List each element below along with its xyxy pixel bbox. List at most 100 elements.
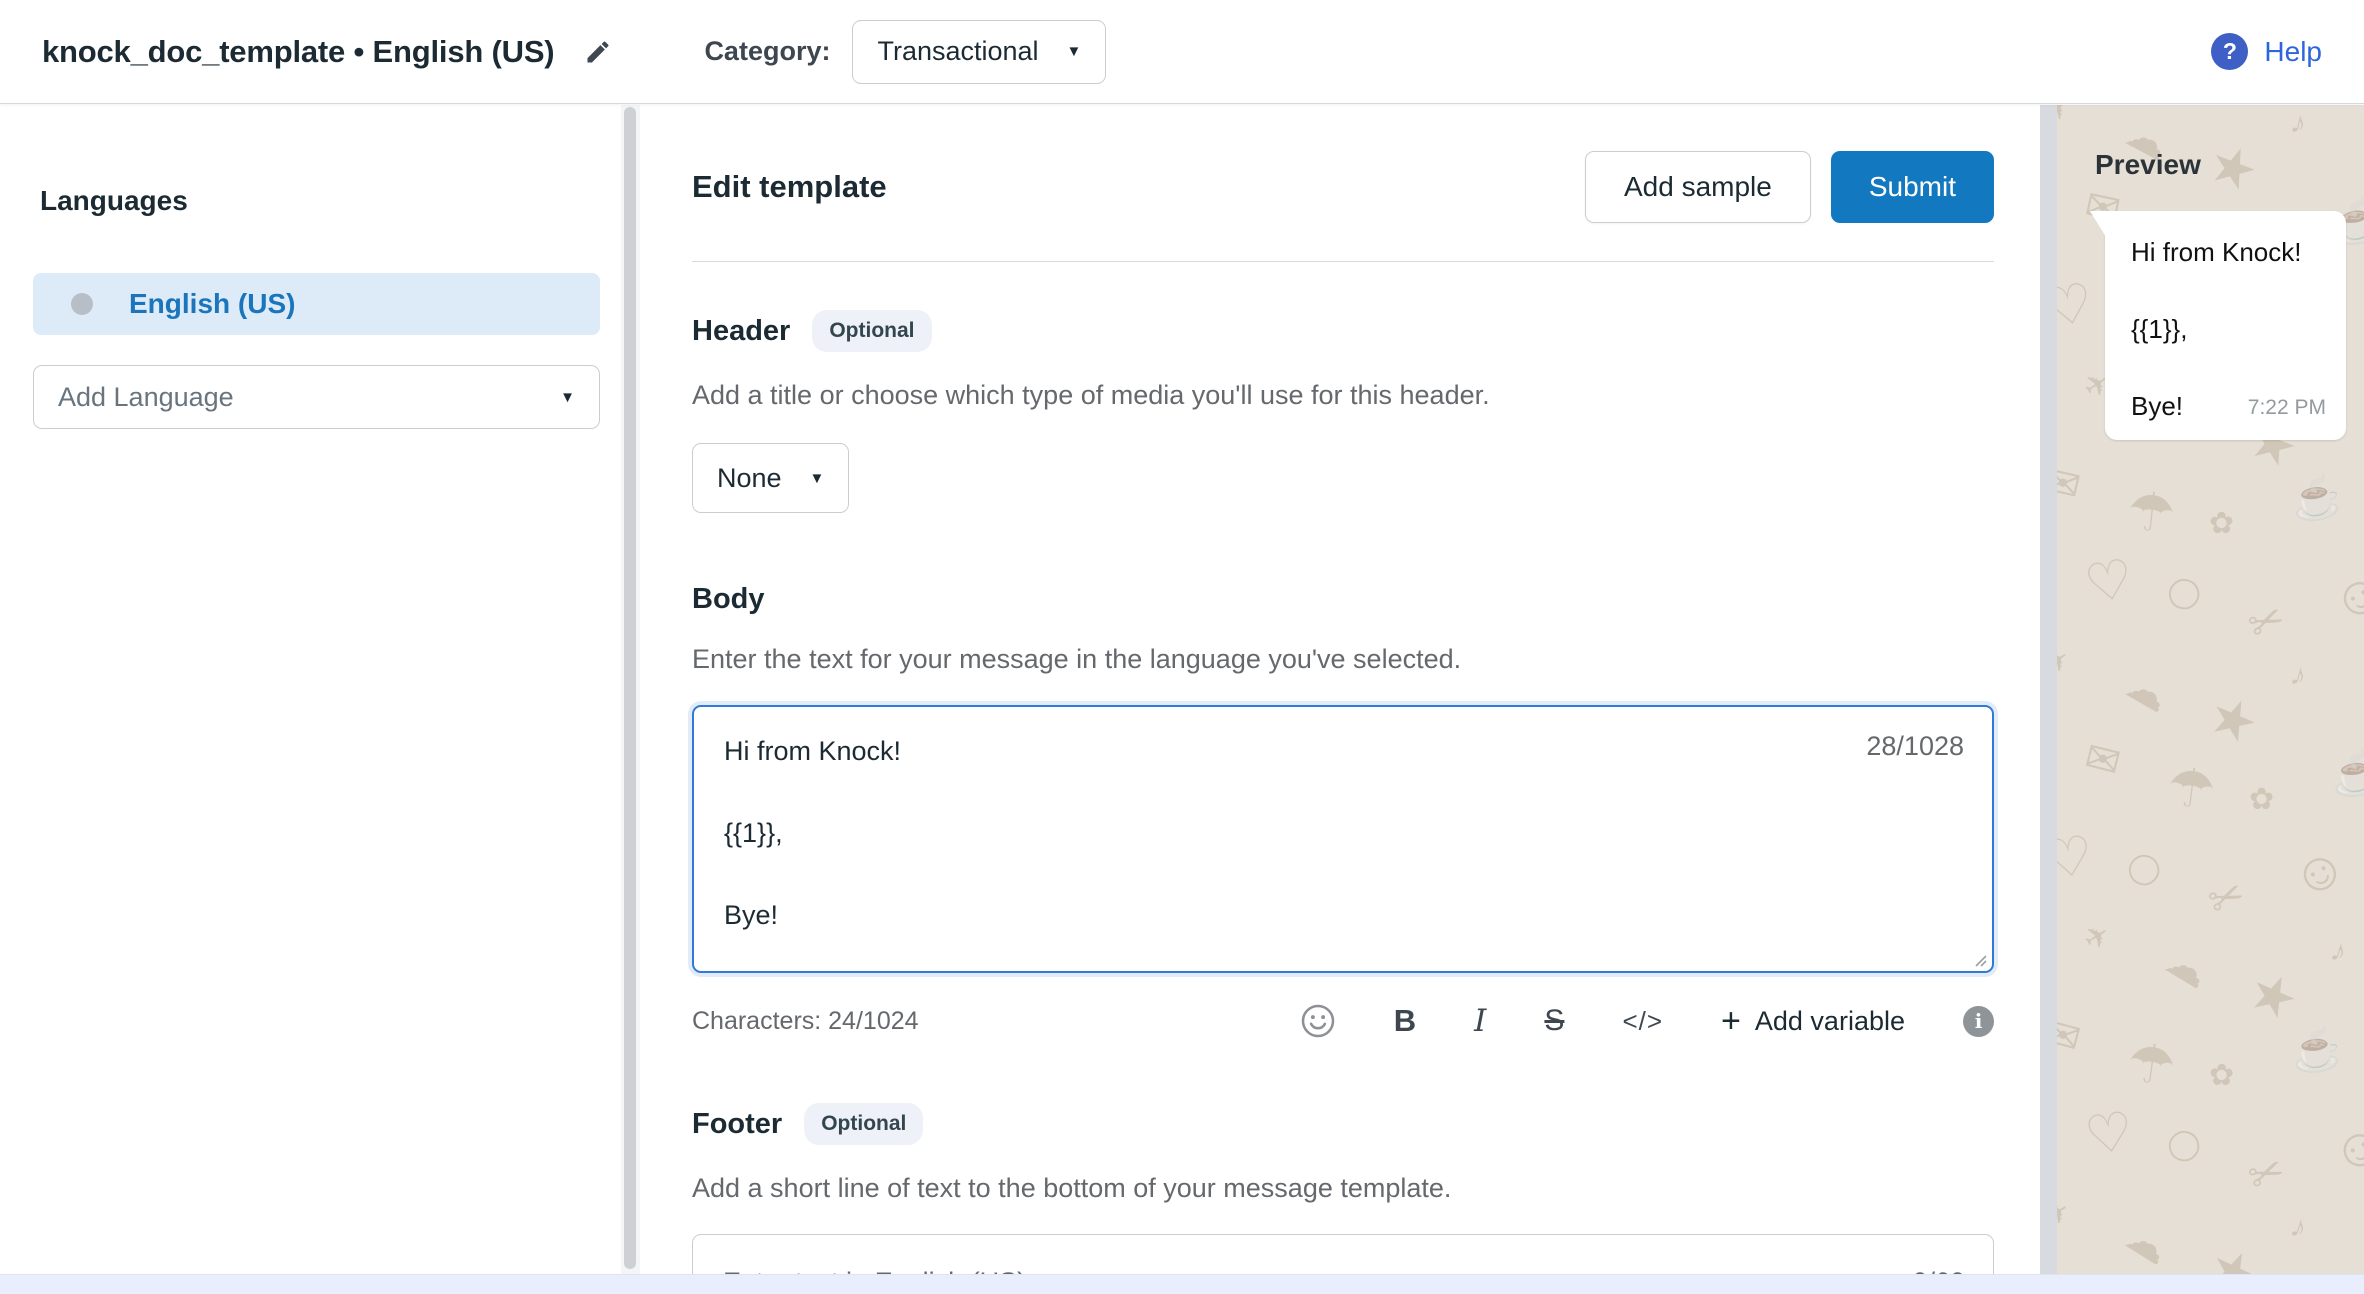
help-question-icon: ?	[2211, 33, 2248, 70]
chevron-down-icon: ▼	[1067, 44, 1082, 59]
page-title: Edit template	[692, 169, 887, 205]
italic-button[interactable]: I	[1474, 1003, 1486, 1039]
doodle-glyph: ☁	[2159, 938, 2217, 996]
preview-panel: ✈☁★♪✉☂✿☕♡◯✂☺✈☁★♪✉☂✿☕♡◯✂☺✈☁★♪✉☂✿☕♡◯✂☺✈☁★♪…	[2057, 105, 2364, 1274]
body-section-title: Body	[692, 583, 765, 616]
resize-handle-icon[interactable]	[1971, 951, 1987, 967]
strikethrough-button[interactable]: S	[1544, 1004, 1564, 1038]
doodle-glyph: ☂	[2164, 759, 2219, 818]
language-label: English (US)	[129, 288, 295, 320]
body-textarea-container: Hi from Knock! {{1}}, Bye! 28/1028	[692, 705, 1994, 973]
plus-icon: +	[1721, 1004, 1741, 1038]
smiley-icon	[1300, 1003, 1336, 1039]
doodle-glyph: ☺	[2321, 559, 2364, 634]
info-icon[interactable]: i	[1963, 1006, 1994, 1037]
footer-section-description: Add a short line of text to the bottom o…	[692, 1173, 1994, 1204]
pencil-icon	[584, 38, 612, 66]
body-textarea[interactable]: Hi from Knock! {{1}}, Bye!	[694, 707, 1992, 971]
category-value: Transactional	[877, 36, 1038, 67]
doodle-glyph: ✂	[2242, 596, 2291, 649]
header-media-type-value: None	[717, 463, 782, 494]
doodle-glyph: ★	[2240, 961, 2306, 1030]
template-editor-app: knock_doc_template • English (US) Catego…	[0, 0, 2364, 1294]
header-media-type-dropdown[interactable]: None ▼	[692, 443, 849, 513]
doodle-glyph: ✿	[2209, 1061, 2235, 1091]
doodle-glyph: ☕	[2289, 1026, 2345, 1073]
sidebar-scrollbar-track[interactable]	[621, 105, 640, 1274]
doodle-glyph: ★	[2200, 1237, 2267, 1274]
bottom-edge-strip	[0, 1274, 2364, 1294]
doodle-glyph: ✉	[2057, 1011, 2085, 1061]
edit-template-panel: Edit template Add sample Submit Header O…	[640, 105, 2040, 1274]
footer-section-title: Footer	[692, 1108, 782, 1141]
add-language-dropdown[interactable]: Add Language ▼	[33, 365, 600, 429]
optional-badge: Optional	[804, 1103, 923, 1145]
sidebar-item-english-us[interactable]: English (US)	[33, 273, 600, 335]
formatting-tools: B I S </> + Add variable i	[1300, 1003, 1994, 1039]
body-toolbar: Characters: 24/1024 B I S </> + Add vari…	[692, 995, 1994, 1047]
bubble-tail	[2090, 211, 2106, 237]
doodle-glyph: ♪	[2327, 935, 2350, 968]
doodle-glyph: ☕	[2288, 474, 2346, 523]
doodle-glyph: ✈	[2057, 105, 2076, 129]
chevron-down-icon: ▼	[560, 390, 575, 405]
chevron-down-icon: ▼	[810, 471, 825, 486]
footer-section-heading: Footer Optional	[692, 1103, 1994, 1145]
header-section-description: Add a title or choose which type of medi…	[692, 380, 1994, 411]
help-label: Help	[2264, 36, 2322, 68]
doodle-glyph: ♪	[2287, 660, 2310, 693]
category-group: Category: Transactional ▼	[704, 20, 1106, 84]
body-section-heading: Body	[692, 583, 1994, 616]
main-scrollbar-track[interactable]	[2040, 105, 2057, 1274]
doodle-glyph: ◯	[2124, 850, 2165, 888]
add-variable-button[interactable]: + Add variable	[1721, 1004, 1905, 1038]
doodle-glyph: ◯	[2164, 1126, 2204, 1164]
doodle-glyph: ♡	[2057, 828, 2097, 889]
preview-heading: Preview	[2095, 149, 2364, 181]
header-section-heading: Header Optional	[692, 310, 1994, 352]
doodle-glyph: ★	[2200, 686, 2266, 755]
preview-timestamp: 7:22 PM	[2248, 396, 2326, 422]
sidebar-scrollbar-thumb[interactable]	[624, 107, 636, 1269]
preview-message-line: Hi from Knock!	[2131, 237, 2326, 268]
strikethrough-icon: S	[1544, 1004, 1564, 1038]
doodle-glyph: ♪	[2288, 108, 2310, 141]
bold-button[interactable]: B	[1394, 1003, 1416, 1039]
preview-message-last-row: Bye! 7:22 PM	[2131, 391, 2326, 422]
body-section-description: Enter the text for your message in the l…	[692, 644, 1994, 675]
bold-icon: B	[1394, 1003, 1416, 1039]
doodle-glyph: ☁	[2119, 662, 2176, 719]
doodle-glyph: ✈	[2057, 643, 2076, 682]
footer-char-counter: 0/60	[1912, 1267, 1965, 1274]
language-status-dot	[71, 293, 93, 315]
submit-button[interactable]: Submit	[1831, 151, 1994, 223]
doodle-glyph: ☺	[2281, 835, 2356, 909]
add-variable-label: Add variable	[1755, 1006, 1905, 1037]
edit-template-header-row: Edit template Add sample Submit	[692, 151, 1994, 223]
body-char-counter: 28/1028	[1866, 731, 1964, 762]
doodle-glyph: ☁	[2119, 1214, 2177, 1272]
languages-heading: Languages	[40, 185, 600, 217]
languages-sidebar: Languages English (US) Add Language ▼	[0, 105, 622, 1274]
doodle-glyph: ☺	[2321, 1111, 2364, 1185]
add-sample-button[interactable]: Add sample	[1585, 151, 1811, 223]
code-button[interactable]: </>	[1622, 1006, 1663, 1037]
characters-counter-label: Characters: 24/1024	[692, 1007, 919, 1036]
edit-title-button[interactable]	[584, 38, 612, 66]
category-label: Category:	[704, 36, 830, 67]
help-link[interactable]: ? Help	[2211, 33, 2322, 70]
code-icon: </>	[1622, 1006, 1663, 1037]
doodle-glyph: ♪	[2287, 1211, 2311, 1244]
header-section-title: Header	[692, 315, 790, 348]
footer-input-container: 0/60	[692, 1234, 1994, 1274]
emoji-button[interactable]	[1300, 1003, 1336, 1039]
doodle-glyph: ♡	[2081, 551, 2138, 613]
doodle-glyph: ✉	[2057, 460, 2084, 509]
doodle-glyph: ☕	[2329, 750, 2364, 798]
preview-message-line: Bye!	[2131, 391, 2183, 422]
top-bar: knock_doc_template • English (US) Catego…	[0, 0, 2364, 104]
doodle-glyph: ✉	[2080, 735, 2124, 784]
footer-text-input[interactable]	[693, 1235, 1993, 1274]
doodle-glyph: ✂	[2242, 1148, 2290, 1200]
category-dropdown[interactable]: Transactional ▼	[852, 20, 1106, 84]
